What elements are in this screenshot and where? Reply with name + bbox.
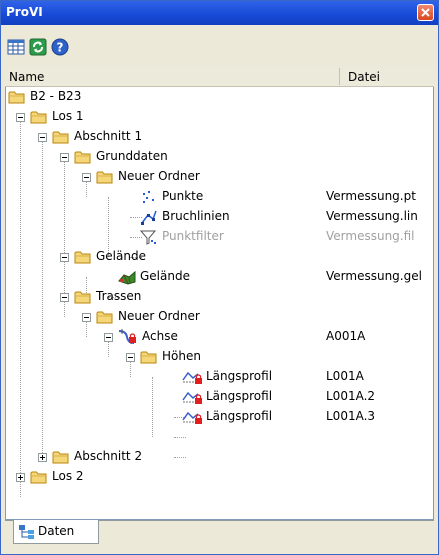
tree-item-datei: Vermessung.pt [326,189,416,203]
folder-icon [96,309,114,325]
folder-icon [52,449,70,465]
tree-item-datei: Vermessung.lin [326,209,418,223]
tree-item-bruchlinien[interactable]: Bruchlinien Vermessung.lin [6,207,433,227]
data-tree-icon [19,525,34,539]
tree-item-neuer-ordner-2[interactable]: Neuer Ordner [6,307,433,327]
tree-item-trassen[interactable]: Trassen [6,287,433,307]
tree-item-grunddaten[interactable]: Grunddaten [6,147,433,167]
collapse-toggle[interactable] [82,173,91,182]
refresh-icon [29,38,47,56]
tree-item-abschnitt-2[interactable]: Abschnitt 2 [6,447,433,467]
tree-item-los-1[interactable]: Los 1 [6,107,433,127]
folder-icon [74,249,92,265]
tree-item-neuer-ordner[interactable]: Neuer Ordner [6,167,433,187]
folder-icon [140,349,158,365]
collapse-toggle[interactable] [126,353,135,362]
help-button[interactable]: ? [51,38,69,56]
tree-item-laengsprofil[interactable]: Längsprofil L001A [6,367,433,387]
window-title: ProVI [6,5,43,19]
tree-item-gelaende-folder[interactable]: Gelände [6,247,433,267]
tab-daten-label: Daten [38,524,75,538]
filter-icon [140,230,157,245]
tree-item-punktfilter[interactable]: Punktfilter Vermessung.fil [6,227,433,247]
tree-item-label: B2 - B23 [30,89,82,103]
help-icon: ? [51,38,69,56]
table-icon [7,39,25,55]
tree-item-label: Punkte [162,189,204,203]
column-header: Name Datei [5,66,434,87]
expand-toggle[interactable] [38,453,47,462]
tree-line [174,437,186,438]
tree-item-los-2[interactable]: Los 2 [6,467,433,487]
tree-item-abschnitt-1[interactable]: Abschnitt 1 [6,127,433,147]
tree-view[interactable]: B2 - B23 Los 1 Abschnitt 1 Grunddaten Ne… [5,87,434,520]
folder-icon [96,169,114,185]
tree-item-datei: Vermessung.gel [326,269,422,283]
close-button[interactable] [417,4,434,21]
tree-item-hoehen[interactable]: Höhen [6,347,433,367]
tree-item-label: Neuer Ordner [118,169,200,183]
column-name-header[interactable]: Name [9,70,44,84]
tree-item-datei: Vermessung.fil [326,229,415,243]
tree-item-label: Gelände [96,249,146,263]
tree-item-datei: L001A [326,369,364,383]
folder-icon [74,149,92,165]
tree-item-label: Bruchlinien [162,209,230,223]
column-datei-header[interactable]: Datei [348,70,380,84]
title-bar[interactable]: ProVI [1,1,438,25]
tree-item-label: Grunddaten [96,149,168,163]
tree-item-label: Trassen [96,289,142,303]
refresh-button[interactable] [29,38,47,56]
folder-icon [8,89,26,105]
svg-text:?: ? [57,41,64,55]
collapse-toggle[interactable] [82,313,91,322]
tree-item-datei: L001A.3 [326,409,376,423]
breaklines-icon [141,210,157,225]
collapse-toggle[interactable] [60,153,69,162]
collapse-toggle[interactable] [60,293,69,302]
tree-item-label: Längsprofil [206,409,273,423]
tree-item-datei: A001A [326,329,366,343]
tree-item-label: Längsprofil [206,369,273,383]
folder-icon [30,469,48,485]
provi-window: ProVI ? Name Datei B2 - B23 Los 1 Abschn… [0,0,439,555]
tree-item-root[interactable]: B2 - B23 [6,87,433,107]
folder-icon [30,109,48,125]
folder-icon [52,129,70,145]
terrain-icon [118,270,136,285]
tree-item-label: Achse [142,329,178,343]
tree-item-label: Los 2 [52,469,84,483]
collapse-toggle[interactable] [38,133,47,142]
toolbar: ? [1,25,438,65]
collapse-toggle[interactable] [104,333,113,342]
tree-item-label: Neuer Ordner [118,309,200,323]
alignment-icon [118,329,136,344]
expand-toggle[interactable] [16,473,25,482]
tree-item-punkte[interactable]: Punkte Vermessung.pt [6,187,433,207]
tree-item-label: Los 1 [52,109,84,123]
tree-item-laengsprofil[interactable]: Längsprofil L001A.2 [6,387,433,407]
points-icon [143,191,154,203]
folder-icon [74,289,92,305]
profile-locked-icon [182,369,204,385]
close-icon [421,8,430,17]
tree-item-label: Punktfilter [162,229,224,243]
tree-item-label: Abschnitt 2 [74,449,143,463]
table-view-button[interactable] [7,38,25,56]
tree-item-datei: L001A.2 [326,389,376,403]
tree-item-label: Abschnitt 1 [74,129,143,143]
tab-daten[interactable]: Daten [13,520,99,544]
profile-locked-icon [182,389,204,405]
tab-bar: Daten [5,520,434,551]
profile-locked-icon [182,409,204,425]
column-divider[interactable] [339,68,340,85]
tree-item-label: Längsprofil [206,389,273,403]
tree-item-gelaende[interactable]: Gelände Vermessung.gel [6,267,433,287]
tree-item-achse[interactable]: Achse A001A [6,327,433,347]
tree-item-laengsprofil[interactable]: Längsprofil L001A.3 [6,407,433,427]
tree-item-label: Gelände [140,269,190,283]
tree-item-label: Höhen [162,349,201,363]
collapse-toggle[interactable] [60,253,69,262]
collapse-toggle[interactable] [16,113,25,122]
